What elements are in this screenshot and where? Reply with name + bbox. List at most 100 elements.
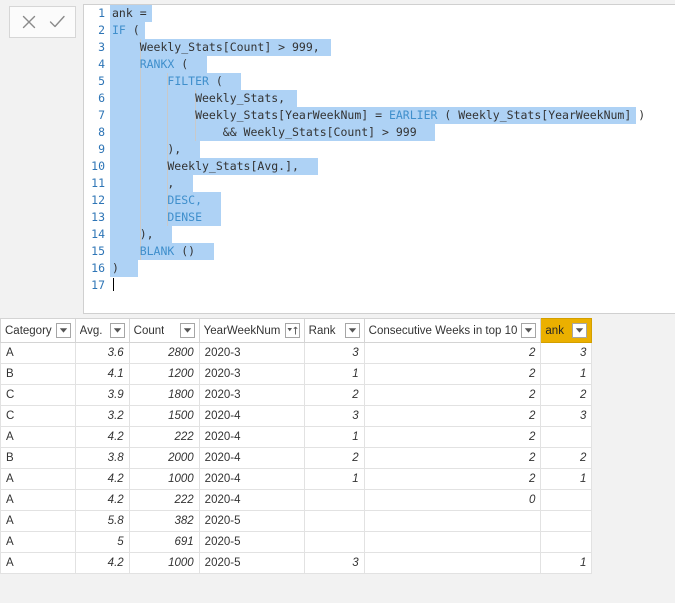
table-cell[interactable]: A <box>0 468 76 490</box>
table-cell[interactable]: 3 <box>303 405 365 427</box>
table-cell[interactable]: 2020-4 <box>198 426 305 448</box>
table-cell[interactable]: 2020-3 <box>198 363 305 385</box>
table-cell[interactable]: 2 <box>363 384 542 406</box>
table-cell[interactable]: 3 <box>303 552 365 574</box>
table-cell[interactable]: 3 <box>303 342 365 364</box>
column-header[interactable]: ank <box>540 318 593 343</box>
table-cell[interactable]: 0 <box>363 489 542 511</box>
table-cell[interactable] <box>363 552 542 574</box>
table-cell[interactable]: 1800 <box>128 384 200 406</box>
table-cell[interactable]: 3.6 <box>74 342 130 364</box>
table-cell[interactable]: 222 <box>128 426 200 448</box>
column-header[interactable]: Count <box>128 318 200 343</box>
table-cell[interactable]: 1000 <box>128 552 200 574</box>
code-line[interactable]: 15 BLANK () <box>84 243 675 260</box>
code-line-text[interactable] <box>110 277 675 294</box>
column-header[interactable]: YearWeekNum <box>198 318 305 343</box>
code-line[interactable]: 1 ank = <box>84 5 675 22</box>
close-icon[interactable] <box>18 11 40 33</box>
data-preview-grid[interactable]: Category Avg. Count YearWeekNum Rank Consecut… <box>0 318 675 603</box>
table-cell[interactable]: 4.1 <box>74 363 130 385</box>
table-cell[interactable]: 2 <box>363 468 542 490</box>
table-cell[interactable] <box>540 510 593 532</box>
table-cell[interactable]: 1 <box>540 468 593 490</box>
table-cell[interactable]: 1200 <box>128 363 200 385</box>
table-cell[interactable]: 2 <box>363 342 542 364</box>
filter-dropdown-icon[interactable] <box>179 323 195 338</box>
code-lines[interactable]: 1 ank = 2 IF (3 Weekly_Stats[Count] > 999, 4… <box>84 5 675 294</box>
table-cell[interactable]: 2020-4 <box>198 447 305 469</box>
code-line[interactable]: 9 ), <box>84 141 675 158</box>
table-cell[interactable]: B <box>0 447 76 469</box>
table-cell[interactable] <box>303 531 365 553</box>
column-header[interactable]: Category <box>0 318 76 343</box>
table-row[interactable]: A 3.6 2800 2020-3 3 2 3 <box>0 342 593 364</box>
code-line-text[interactable]: DESC, <box>110 192 675 209</box>
table-cell[interactable]: B <box>0 363 76 385</box>
column-header[interactable]: Rank <box>303 318 365 343</box>
table-row[interactable]: A 4.2 222 2020-4 1 2 <box>0 426 593 448</box>
code-line[interactable]: 14 ), <box>84 226 675 243</box>
code-line[interactable]: 8 && Weekly_Stats[Count] > 999 <box>84 124 675 141</box>
table-cell[interactable]: 2 <box>363 447 542 469</box>
code-line[interactable]: 7 Weekly_Stats[YearWeekNum] = EARLIER ( … <box>84 107 675 124</box>
table-cell[interactable]: 3 <box>540 405 593 427</box>
code-line[interactable]: 6 Weekly_Stats, <box>84 90 675 107</box>
table-cell[interactable]: 2800 <box>128 342 200 364</box>
column-header[interactable]: Consecutive Weeks in top 10 <box>363 318 542 343</box>
table-cell[interactable] <box>303 489 365 511</box>
code-line[interactable]: 16) <box>84 260 675 277</box>
table-cell[interactable]: 2020-4 <box>198 489 305 511</box>
table-cell[interactable]: 1 <box>540 552 593 574</box>
table-cell[interactable]: 2020-4 <box>198 468 305 490</box>
table-cell[interactable]: 2 <box>303 447 365 469</box>
table-row[interactable]: C 3.2 1500 2020-4 3 2 3 <box>0 405 593 427</box>
table-cell[interactable]: 3 <box>540 342 593 364</box>
code-line-text[interactable]: ) <box>110 260 675 277</box>
table-cell[interactable] <box>363 510 542 532</box>
table-cell[interactable]: 4.2 <box>74 468 130 490</box>
code-line-text[interactable]: ), <box>110 226 675 243</box>
filter-dropdown-icon[interactable] <box>521 323 537 338</box>
filter-sort-ascending-icon[interactable] <box>284 323 300 338</box>
table-cell[interactable] <box>363 531 542 553</box>
table-cell[interactable]: 2 <box>303 384 365 406</box>
table-row[interactable]: B 4.1 1200 2020-3 1 2 1 <box>0 363 593 385</box>
table-cell[interactable]: 2020-3 <box>198 384 305 406</box>
table-cell[interactable]: A <box>0 531 76 553</box>
table-cell[interactable]: 3.2 <box>74 405 130 427</box>
table-cell[interactable]: A <box>0 552 76 574</box>
code-line[interactable]: 11 , <box>84 175 675 192</box>
table-cell[interactable] <box>303 510 365 532</box>
code-line-text[interactable]: Weekly_Stats[Avg.], <box>110 158 675 175</box>
code-line-text[interactable]: BLANK () <box>110 243 675 260</box>
code-line-text[interactable]: && Weekly_Stats[Count] > 999 <box>110 124 675 141</box>
code-line-text[interactable]: , <box>110 175 675 192</box>
code-line[interactable]: 13 DENSE <box>84 209 675 226</box>
code-line[interactable]: 2 IF ( <box>84 22 675 39</box>
table-cell[interactable]: 2 <box>540 384 593 406</box>
table-row[interactable]: A 4.2 1000 2020-5 3 1 <box>0 552 593 574</box>
table-cell[interactable]: 222 <box>128 489 200 511</box>
table-cell[interactable]: 1500 <box>128 405 200 427</box>
table-row[interactable]: A 4.2 1000 2020-4 1 2 1 <box>0 468 593 490</box>
table-cell[interactable]: A <box>0 510 76 532</box>
table-cell[interactable]: A <box>0 426 76 448</box>
filter-dropdown-icon[interactable] <box>109 323 125 338</box>
code-line[interactable]: 4 RANKX ( <box>84 56 675 73</box>
table-row[interactable]: A 5.8 382 2020-5 <box>0 510 593 532</box>
table-cell[interactable]: 2000 <box>128 447 200 469</box>
code-line-text[interactable]: Weekly_Stats, <box>110 90 675 107</box>
table-row[interactable]: B 3.8 2000 2020-4 2 2 2 <box>0 447 593 469</box>
table-cell[interactable]: 4.2 <box>74 552 130 574</box>
table-cell[interactable]: C <box>0 384 76 406</box>
code-line[interactable]: 12 DESC, <box>84 192 675 209</box>
table-cell[interactable]: 2020-4 <box>198 405 305 427</box>
table-cell[interactable]: 2 <box>363 405 542 427</box>
table-cell[interactable]: 2020-5 <box>198 510 305 532</box>
table-cell[interactable]: A <box>0 342 76 364</box>
filter-dropdown-icon[interactable] <box>572 323 588 338</box>
table-cell[interactable]: 2 <box>540 447 593 469</box>
table-cell[interactable]: 1 <box>540 363 593 385</box>
table-cell[interactable]: 3.8 <box>74 447 130 469</box>
